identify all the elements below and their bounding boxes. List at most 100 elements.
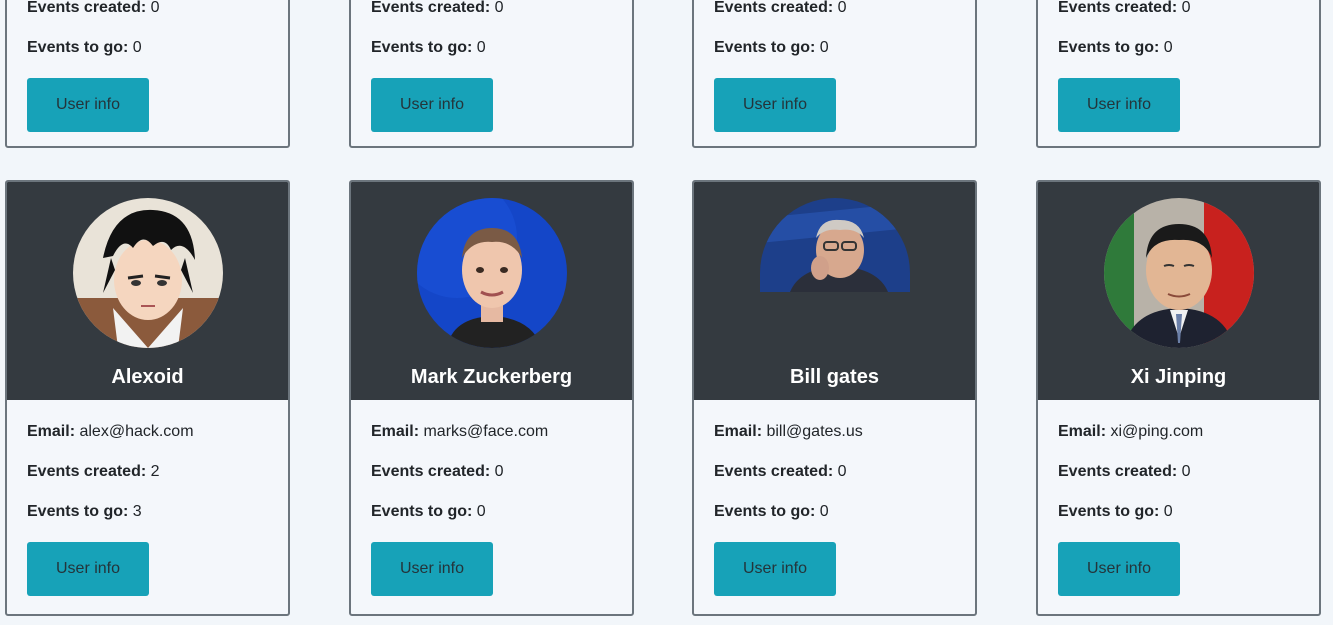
card-body: Events created: 0 Events to go: 0 User i…	[694, 0, 975, 132]
user-card: Bill gates Email: bill@gates.us Events c…	[692, 180, 977, 616]
user-card: Events created: 0 Events to go: 0 User i…	[5, 0, 290, 148]
events-created-value: 0	[837, 463, 847, 480]
events-created-value: 0	[494, 0, 504, 16]
email-value: marks@face.com	[423, 423, 549, 440]
events-to-go-label: Events to go:	[27, 503, 129, 520]
events-created-row: Events created: 0	[714, 0, 955, 18]
user-name: Bill gates	[790, 366, 879, 388]
user-card: Events created: 0 Events to go: 0 User i…	[692, 0, 977, 148]
events-created-label: Events created:	[27, 463, 147, 480]
portrait-avatar-icon	[759, 198, 910, 292]
events-created-label: Events created:	[714, 463, 834, 480]
user-card: Events created: 0 Events to go: 0 User i…	[1036, 0, 1321, 148]
card-body: Email: alex@hack.com Events created: 2 E…	[7, 400, 288, 596]
events-created-row: Events created: 0	[714, 462, 955, 482]
events-to-go-row: Events to go: 0	[1058, 38, 1299, 58]
events-to-go-row: Events to go: 0	[714, 38, 955, 58]
avatar	[416, 198, 567, 348]
user-name: Mark Zuckerberg	[410, 366, 573, 388]
email-value: alex@hack.com	[79, 423, 194, 440]
user-card: Events created: 0 Events to go: 0 User i…	[349, 0, 634, 148]
events-created-value: 0	[1181, 463, 1191, 480]
events-to-go-value: 0	[1163, 39, 1173, 56]
user-info-button[interactable]: User info	[371, 78, 493, 132]
user-info-button[interactable]: User info	[1058, 542, 1180, 596]
events-to-go-label: Events to go:	[371, 39, 473, 56]
events-to-go-label: Events to go:	[1058, 503, 1160, 520]
events-to-go-value: 3	[132, 503, 142, 520]
avatar	[1103, 198, 1254, 348]
events-created-row: Events created: 0	[371, 0, 612, 18]
events-to-go-row: Events to go: 3	[27, 502, 268, 522]
events-created-row: Events created: 2	[27, 462, 268, 482]
anime-character-avatar-icon	[72, 198, 223, 348]
events-to-go-value: 0	[819, 39, 829, 56]
email-value: bill@gates.us	[766, 423, 863, 440]
events-created-value: 0	[837, 0, 847, 16]
portrait-avatar-icon	[1103, 198, 1254, 348]
events-created-value: 0	[1181, 0, 1191, 16]
events-to-go-label: Events to go:	[1058, 39, 1160, 56]
user-card: Xi Jinping Email: xi@ping.com Events cre…	[1036, 180, 1321, 616]
events-created-row: Events created: 0	[371, 462, 612, 482]
email-row: Email: alex@hack.com	[27, 422, 268, 442]
portrait-avatar-icon	[416, 198, 567, 348]
email-label: Email:	[714, 423, 763, 440]
user-info-button[interactable]: User info	[27, 78, 149, 132]
events-created-value: 0	[150, 0, 160, 16]
events-to-go-value: 0	[132, 39, 142, 56]
events-to-go-label: Events to go:	[371, 503, 473, 520]
events-to-go-value: 0	[476, 39, 486, 56]
avatar	[759, 198, 910, 292]
card-body: Email: marks@face.com Events created: 0 …	[351, 400, 632, 596]
events-created-value: 2	[150, 463, 160, 480]
events-to-go-row: Events to go: 0	[27, 38, 268, 58]
events-created-label: Events created:	[1058, 0, 1178, 16]
events-to-go-row: Events to go: 0	[371, 38, 612, 58]
user-card: Mark Zuckerberg Email: marks@face.com Ev…	[349, 180, 634, 616]
events-to-go-row: Events to go: 0	[371, 502, 612, 522]
email-row: Email: marks@face.com	[371, 422, 612, 442]
user-name: Xi Jinping	[1130, 366, 1227, 388]
card-header: Mark Zuckerberg	[351, 182, 632, 400]
events-created-row: Events created: 0	[1058, 462, 1299, 482]
avatar	[72, 198, 223, 348]
events-to-go-label: Events to go:	[714, 39, 816, 56]
events-to-go-row: Events to go: 0	[1058, 502, 1299, 522]
email-value: xi@ping.com	[1110, 423, 1204, 440]
events-created-label: Events created:	[371, 0, 491, 16]
user-info-button[interactable]: User info	[371, 542, 493, 596]
events-created-label: Events created:	[714, 0, 834, 16]
user-card: Alexoid Email: alex@hack.com Events crea…	[5, 180, 290, 616]
email-row: Email: bill@gates.us	[714, 422, 955, 442]
card-header: Xi Jinping	[1038, 182, 1319, 400]
card-body: Events created: 0 Events to go: 0 User i…	[351, 0, 632, 132]
events-to-go-row: Events to go: 0	[714, 502, 955, 522]
events-to-go-value: 0	[476, 503, 486, 520]
events-created-label: Events created:	[27, 0, 147, 16]
email-row: Email: xi@ping.com	[1058, 422, 1299, 442]
card-body: Events created: 0 Events to go: 0 User i…	[7, 0, 288, 132]
email-label: Email:	[27, 423, 76, 440]
user-info-button[interactable]: User info	[1058, 78, 1180, 132]
events-to-go-label: Events to go:	[714, 503, 816, 520]
events-to-go-value: 0	[819, 503, 829, 520]
user-info-button[interactable]: User info	[714, 542, 836, 596]
events-to-go-value: 0	[1163, 503, 1173, 520]
events-created-row: Events created: 0	[1058, 0, 1299, 18]
events-to-go-label: Events to go:	[27, 39, 129, 56]
user-name: Alexoid	[111, 366, 184, 388]
user-info-button[interactable]: User info	[27, 542, 149, 596]
email-label: Email:	[371, 423, 420, 440]
email-label: Email:	[1058, 423, 1107, 440]
events-created-row: Events created: 0	[27, 0, 268, 18]
card-body: Events created: 0 Events to go: 0 User i…	[1038, 0, 1319, 132]
card-header: Bill gates	[694, 182, 975, 400]
card-body: Email: xi@ping.com Events created: 0 Eve…	[1038, 400, 1319, 596]
events-created-label: Events created:	[1058, 463, 1178, 480]
card-header: Alexoid	[7, 182, 288, 400]
user-info-button[interactable]: User info	[714, 78, 836, 132]
card-body: Email: bill@gates.us Events created: 0 E…	[694, 400, 975, 596]
events-created-value: 0	[494, 463, 504, 480]
events-created-label: Events created:	[371, 463, 491, 480]
